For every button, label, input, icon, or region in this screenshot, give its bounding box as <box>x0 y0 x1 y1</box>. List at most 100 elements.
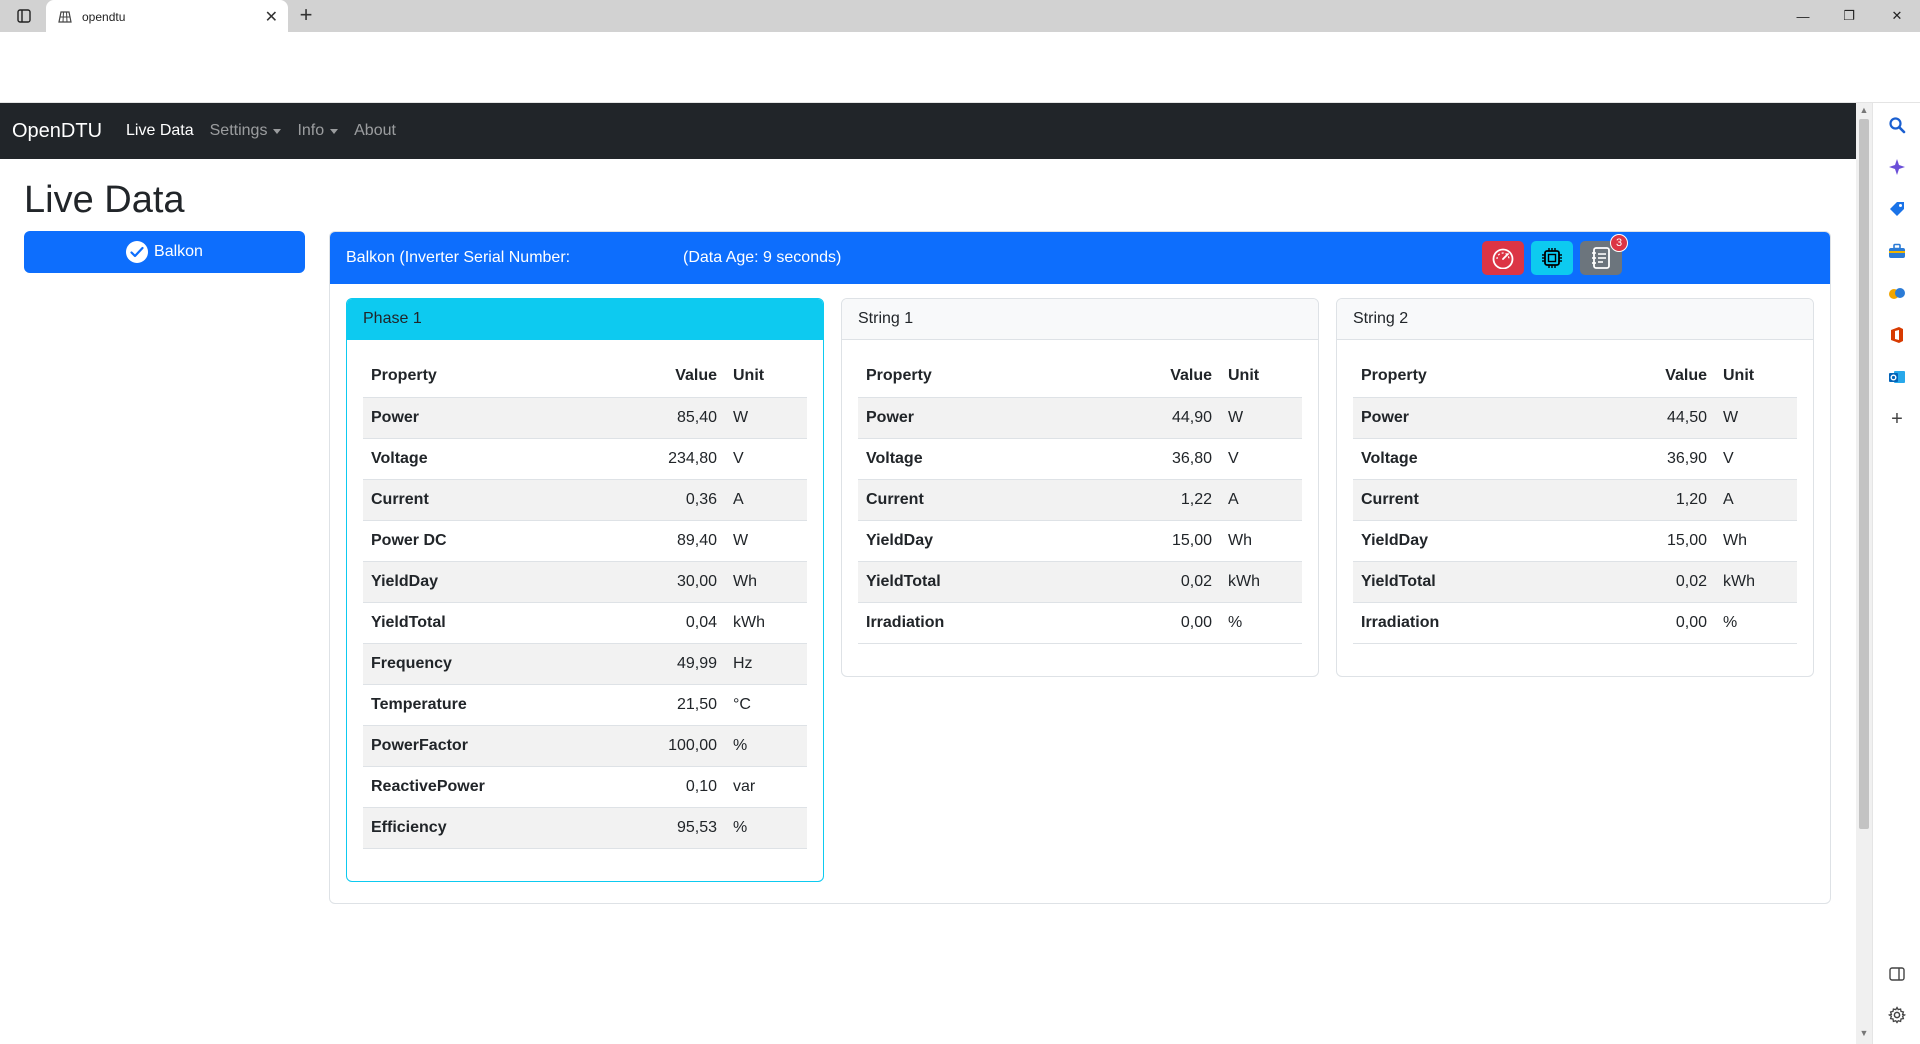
inverter-card: Balkon (Inverter Serial Number: (Data Ag… <box>329 231 1831 904</box>
value-cell: 30,00 <box>635 561 725 603</box>
table-row: Power DC 89,40 W <box>363 520 807 562</box>
unit-cell: var <box>725 766 807 808</box>
unit-cell: °C <box>725 684 807 726</box>
unit-cell: Wh <box>1715 520 1797 562</box>
solar-panel-favicon-icon <box>56 8 74 26</box>
page-scrollbar[interactable]: ▲ ▼ <box>1856 103 1872 1044</box>
property-cell: Current <box>363 479 635 521</box>
string-1-title: String 1 <box>842 299 1318 340</box>
column-header-unit: Unit <box>725 356 807 398</box>
property-cell: YieldTotal <box>858 561 1130 603</box>
value-cell: 0,04 <box>635 602 725 644</box>
device-info-button[interactable] <box>1531 241 1573 275</box>
table-row: Temperature 21,50 °C <box>363 684 807 726</box>
copilot-icon[interactable] <box>1885 155 1909 179</box>
new-tab-button[interactable]: + <box>294 4 318 28</box>
property-cell: Current <box>1353 479 1625 521</box>
nav-info-label: Info <box>297 122 325 139</box>
value-cell: 1,20 <box>1625 479 1715 521</box>
add-icon[interactable]: + <box>1885 407 1909 431</box>
scroll-down-icon[interactable]: ▼ <box>1856 1028 1872 1042</box>
minimize-button[interactable]: — <box>1780 0 1826 32</box>
value-cell: 21,50 <box>635 684 725 726</box>
table-row: PowerFactor 100,00% <box>363 725 807 767</box>
value-cell: 85,40 <box>635 397 725 439</box>
property-cell: Power DC <box>363 520 635 562</box>
outlook-icon[interactable] <box>1885 365 1909 389</box>
settings-gear-icon[interactable] <box>1885 1003 1909 1027</box>
property-cell: PowerFactor <box>363 725 635 767</box>
shopping-tag-icon[interactable] <box>1885 197 1909 221</box>
string-2-card: String 2 Property Value Unit Power 44,50 W… <box>1336 298 1814 677</box>
unit-cell: W <box>1220 397 1302 439</box>
table-row: Efficiency 95,53% <box>363 807 807 849</box>
table-row: YieldDay 15,00 Wh <box>858 520 1302 562</box>
chevron-down-icon <box>330 128 339 134</box>
string-1-card: String 1 Property Value Unit Power 44,90 W… <box>841 298 1319 677</box>
unit-cell: A <box>725 479 807 521</box>
event-log-button[interactable]: 3 <box>1580 234 1628 275</box>
tab-actions-button[interactable] <box>8 4 40 28</box>
property-cell: Efficiency <box>363 807 635 849</box>
inverter-select-button[interactable]: Balkon <box>24 231 305 273</box>
cpu-icon <box>1542 248 1562 268</box>
value-cell: 234,80 <box>635 438 725 480</box>
navbar-brand[interactable]: OpenDTU <box>12 120 102 143</box>
table-row: Irradiation 0,00% <box>858 602 1302 644</box>
property-cell: Voltage <box>858 438 1130 480</box>
page-viewport: OpenDTU Live Data Settings Info About Li… <box>0 103 1856 1044</box>
nav-about[interactable]: About <box>354 122 396 140</box>
property-cell: Voltage <box>1353 438 1625 480</box>
unit-cell: A <box>1715 479 1797 521</box>
scroll-up-icon[interactable]: ▲ <box>1856 105 1872 119</box>
browser-tab[interactable]: opendtu ✕ <box>46 0 288 33</box>
toolbox-icon[interactable] <box>1885 239 1909 263</box>
nav-settings-label: Settings <box>209 122 268 139</box>
nav-live-data[interactable]: Live Data <box>126 122 194 140</box>
search-icon[interactable] <box>1885 113 1909 137</box>
scrollbar-thumb[interactable] <box>1859 119 1869 829</box>
unit-cell: W <box>725 397 807 439</box>
property-cell: YieldDay <box>1353 520 1625 562</box>
unit-cell: % <box>1220 602 1302 644</box>
inverter-card-header: Balkon (Inverter Serial Number: (Data Ag… <box>330 232 1830 284</box>
close-tab-icon[interactable]: ✕ <box>265 7 278 27</box>
property-cell: Irradiation <box>1353 602 1625 644</box>
restore-button[interactable]: ❐ <box>1826 0 1872 32</box>
table-row: Power 85,40 W <box>363 397 807 439</box>
string-2-title: String 2 <box>1337 299 1813 340</box>
value-cell: 44,90 <box>1130 397 1220 439</box>
tab-actions-icon <box>17 9 31 23</box>
table-row: YieldTotal 0,02 kWh <box>1353 561 1797 603</box>
table-row: YieldTotal 0,02 kWh <box>858 561 1302 603</box>
property-cell: YieldDay <box>858 520 1130 562</box>
close-window-button[interactable]: ✕ <box>1874 0 1920 32</box>
column-header-property: Property <box>1353 356 1625 398</box>
nav-info[interactable]: Info <box>297 122 339 140</box>
sidebar-layout-icon[interactable] <box>1885 962 1909 986</box>
unit-cell: % <box>725 807 807 849</box>
unit-cell: V <box>1220 438 1302 480</box>
table-row: Voltage 36,80 V <box>858 438 1302 480</box>
office-icon[interactable] <box>1885 323 1909 347</box>
unit-cell: kWh <box>1715 561 1797 603</box>
table-row: ReactivePower 0,10 var <box>363 766 807 808</box>
unit-cell: V <box>725 438 807 480</box>
limit-settings-button[interactable] <box>1482 241 1524 275</box>
property-cell: Current <box>858 479 1130 521</box>
property-cell: YieldTotal <box>1353 561 1625 603</box>
property-cell: YieldTotal <box>363 602 635 644</box>
value-cell: 0,00 <box>1130 602 1220 644</box>
table-row: Current 0,36 A <box>363 479 807 521</box>
table-row: Current 1,22 A <box>858 479 1302 521</box>
column-header-unit: Unit <box>1220 356 1302 398</box>
value-cell: 49,99 <box>635 643 725 685</box>
column-header-value: Value <box>1130 356 1220 398</box>
tab-title: opendtu <box>82 9 126 24</box>
nav-settings[interactable]: Settings <box>210 122 282 140</box>
games-icon[interactable] <box>1885 281 1909 305</box>
unit-cell: W <box>1715 397 1797 439</box>
table-row: Power 44,50 W <box>1353 397 1797 439</box>
data-age-label: (Data Age: 9 seconds) <box>683 249 842 266</box>
column-header-value: Value <box>1625 356 1715 398</box>
